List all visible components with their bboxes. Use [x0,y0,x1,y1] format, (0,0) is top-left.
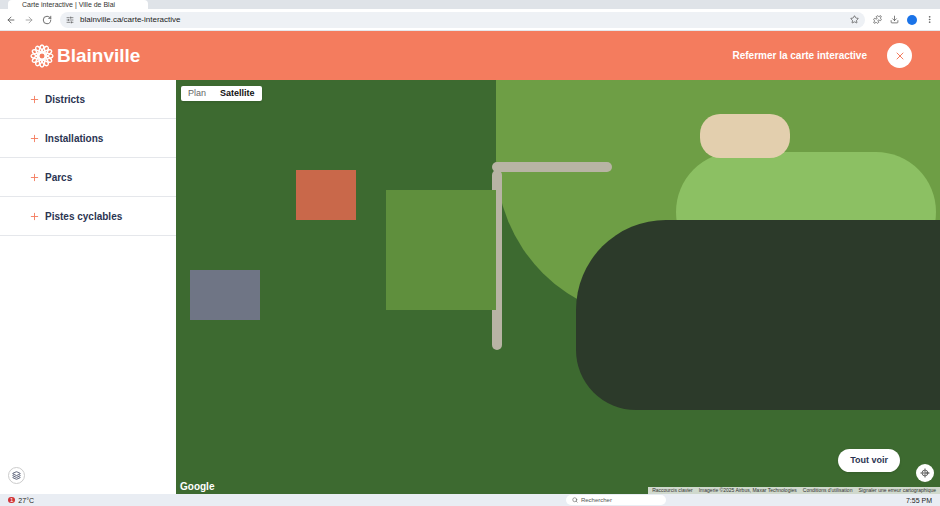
tab-strip: Carte interactive | Ville de Blai [0,0,940,9]
bunker [700,114,790,158]
map-type-toggle: PlanSatellite [181,86,262,101]
show-all-button[interactable]: Tout voir [838,449,900,473]
attribution-link[interactable]: Signaler une erreur cartographique [858,488,936,493]
close-icon [894,50,906,62]
layers-icon [12,471,21,480]
google-logo: Google [180,482,214,492]
taskbar-search[interactable]: Rechercher [566,495,666,505]
menu-icon[interactable] [925,15,934,24]
profile-icon[interactable] [907,15,917,25]
browser-tab[interactable]: Carte interactive | Ville de Blai [8,0,148,9]
map[interactable]: PlanSatellite Tout voir Google Raccourcis c… [176,80,940,494]
expand-icon [29,94,40,105]
site-header: Blainville Refermer la carte interactive [0,31,940,80]
map-type-button[interactable]: Satellite [213,86,262,101]
sidebar-item[interactable]: Districts [0,80,176,119]
map-type-button[interactable]: Plan [181,86,213,101]
attribution-link[interactable]: Conditions d'utilisation [803,488,853,493]
close-map-label[interactable]: Refermer la carte interactive [732,48,867,63]
sidebar-item[interactable]: Installations [0,119,176,158]
content: DistrictsInstallationsParcsPistes cyclab… [0,80,940,494]
taskbar: 127°C Rechercher 7:55 PM [0,494,940,506]
layers-button[interactable] [8,467,25,484]
address-bar[interactable]: blainville.ca/carte-interactive [60,12,865,28]
search-icon [572,497,578,503]
house-roof [296,170,356,220]
locate-icon [920,468,930,478]
house-roof [190,270,260,320]
expand-icon [29,211,40,222]
lawn [386,190,496,310]
sidebar-item[interactable]: Pistes cyclables [0,197,176,236]
attribution-link[interactable]: Raccourcis clavier [652,488,693,493]
pond [576,220,940,410]
sidebar-item[interactable]: Parcs [0,158,176,197]
sidebar: DistrictsInstallationsParcsPistes cyclab… [0,80,176,494]
blainville-logo-icon [30,44,54,68]
weather-badge: 1 [8,497,15,503]
locate-button[interactable] [916,464,934,482]
back-icon[interactable] [6,15,16,25]
browser-toolbar: blainville.ca/carte-interactive [0,9,940,31]
expand-icon [29,172,40,183]
clock[interactable]: 7:55 PM [906,497,932,504]
site-info-icon[interactable] [66,16,74,24]
expand-icon [29,133,40,144]
close-button[interactable] [887,43,912,68]
download-icon[interactable] [890,15,899,24]
bookmark-icon[interactable] [850,15,859,24]
screen: Carte interactive | Ville de Blai blainvi… [0,0,940,506]
logo[interactable]: Blainville [30,44,140,68]
reload-icon[interactable] [42,15,52,25]
forward-icon[interactable] [24,15,34,25]
attribution: Raccourcis clavier Imagerie ©2025 Airbus,… [648,487,940,494]
attribution-link[interactable]: Imagerie ©2025 Airbus, Maxar Technologie… [699,488,797,493]
weather[interactable]: 127°C [8,497,34,504]
cart-path [492,162,612,172]
extensions-icon[interactable] [873,15,882,24]
